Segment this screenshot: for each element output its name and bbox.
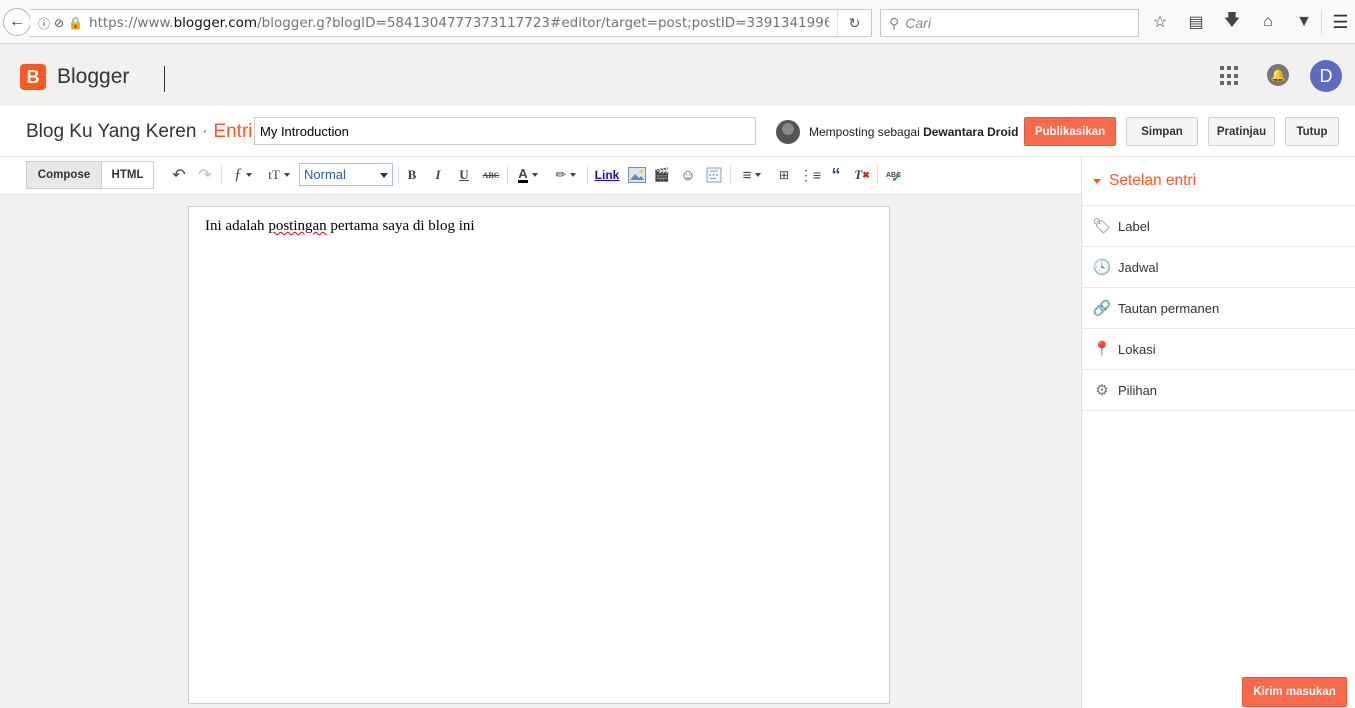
- browser-toolbar: ← ⓘ ⊘ 🔒 https://www.blogger.com/blogger.…: [0, 0, 1355, 44]
- link-button[interactable]: Link: [593, 164, 621, 186]
- search-icon: ⚲: [889, 14, 900, 31]
- insert-video-icon[interactable]: 🎬: [652, 164, 672, 186]
- download-icon[interactable]: 🡇: [1220, 10, 1244, 34]
- sidebar-item-label[interactable]: 🏷 Label: [1082, 206, 1355, 247]
- app-name[interactable]: Blogger: [57, 65, 129, 89]
- user-avatar[interactable]: D: [1310, 60, 1342, 92]
- reload-icon[interactable]: ↻: [837, 10, 871, 36]
- editor-toolbar: Compose HTML ↶ ↷ ƒ tT Normal B I U ABC A…: [0, 157, 1081, 195]
- close-button[interactable]: Tutup: [1285, 117, 1339, 146]
- section-label: · Entri: [201, 121, 253, 142]
- header-divider: [164, 66, 165, 92]
- sidebar-item-permalink[interactable]: 🔗 Tautan permanen: [1082, 288, 1355, 329]
- bookmark-star-icon[interactable]: ☆: [1148, 10, 1172, 34]
- insert-emoji-icon[interactable]: ☺: [678, 164, 698, 186]
- publish-button[interactable]: Publikasikan: [1024, 117, 1116, 146]
- search-input[interactable]: ⚲ Cari: [880, 9, 1139, 37]
- post-title-input[interactable]: [254, 117, 756, 145]
- notifications-bell-icon[interactable]: 🔔: [1267, 64, 1289, 86]
- html-tab[interactable]: HTML: [102, 161, 154, 189]
- clock-icon: 🕓: [1092, 259, 1112, 276]
- url-text[interactable]: https://www.blogger.com/blogger.g?blogID…: [89, 15, 829, 31]
- sidebar-item-location[interactable]: 📍 Lokasi: [1082, 329, 1355, 370]
- sidebar-item-schedule[interactable]: 🕓 Jadwal: [1082, 247, 1355, 288]
- hamburger-menu-icon[interactable]: ☰: [1321, 10, 1351, 34]
- compose-tab[interactable]: Compose: [26, 161, 102, 189]
- tracking-protection-icon[interactable]: ⊘: [54, 16, 64, 30]
- send-feedback-button[interactable]: Kirim masukan: [1242, 677, 1347, 707]
- apps-grid-icon[interactable]: [1220, 66, 1240, 86]
- remove-formatting-icon[interactable]: T ✖: [852, 164, 872, 186]
- post-settings-header[interactable]: Setelan entri: [1082, 157, 1355, 206]
- gear-icon: ⚙: [1095, 382, 1109, 399]
- app-header: B Blogger 🔔 D: [0, 44, 1355, 106]
- home-icon[interactable]: ⌂: [1256, 10, 1280, 34]
- font-family-icon[interactable]: ƒ: [229, 164, 257, 186]
- font-size-icon[interactable]: tT: [264, 164, 294, 186]
- underline-button[interactable]: U: [456, 164, 472, 186]
- info-icon[interactable]: ⓘ: [38, 15, 50, 32]
- link-icon: 🔗: [1092, 300, 1112, 317]
- paragraph-format-select[interactable]: Normal: [299, 163, 393, 186]
- collapse-triangle-icon: [1093, 178, 1101, 184]
- tag-icon: 🏷: [1092, 218, 1112, 235]
- text-color-icon[interactable]: A: [513, 164, 543, 186]
- blog-name: Blog Ku Yang Keren: [26, 121, 197, 142]
- redo-icon[interactable]: ↷: [196, 164, 214, 186]
- align-icon[interactable]: ≡: [737, 164, 767, 186]
- highlight-color-icon[interactable]: ✏: [551, 164, 581, 186]
- misspelled-word[interactable]: postingan: [268, 218, 326, 234]
- pocket-icon[interactable]: ▼: [1292, 10, 1316, 34]
- location-pin-icon: 📍: [1092, 341, 1112, 358]
- post-body-editor[interactable]: Ini adalah postingan pertama saya di blo…: [188, 206, 890, 704]
- bold-button[interactable]: B: [404, 164, 420, 186]
- numbered-list-icon[interactable]: ⊞: [774, 164, 794, 186]
- spellcheck-button[interactable]: ABC ✓: [883, 164, 905, 186]
- bulleted-list-icon[interactable]: ⋮≡: [799, 164, 821, 186]
- search-placeholder: Cari: [905, 15, 931, 31]
- save-button[interactable]: Simpan: [1126, 117, 1198, 146]
- sidebar-item-options[interactable]: ⚙ Pilihan: [1082, 370, 1355, 411]
- author-name: Dewantara Droid: [923, 125, 1019, 139]
- blockquote-icon[interactable]: “: [826, 164, 846, 186]
- preview-button[interactable]: Pratinjau: [1208, 117, 1275, 146]
- posting-as: Memposting sebagai Dewantara Droid: [809, 125, 1019, 139]
- post-settings-sidebar: Setelan entri 🏷 Label 🕓 Jadwal 🔗 Tautan …: [1081, 157, 1355, 708]
- undo-icon[interactable]: ↶: [170, 164, 188, 186]
- strikethrough-button[interactable]: ABC: [480, 164, 502, 186]
- italic-button[interactable]: I: [430, 164, 446, 186]
- back-button[interactable]: ←: [3, 8, 31, 36]
- lock-icon[interactable]: 🔒: [68, 16, 83, 30]
- blog-title: Blog Ku Yang Keren · Entri: [26, 121, 252, 143]
- url-status-icons[interactable]: ⓘ ⊘ 🔒: [30, 15, 89, 32]
- blogger-logo-icon[interactable]: B: [20, 64, 46, 90]
- post-title-row: Blog Ku Yang Keren · Entri Memposting se…: [0, 106, 1355, 157]
- insert-image-icon[interactable]: [626, 164, 648, 186]
- author-avatar: [776, 120, 800, 144]
- reading-list-icon[interactable]: ▤: [1184, 10, 1208, 34]
- insert-jump-break-icon[interactable]: [704, 164, 724, 186]
- url-bar[interactable]: ⓘ ⊘ 🔒 https://www.blogger.com/blogger.g?…: [30, 9, 872, 37]
